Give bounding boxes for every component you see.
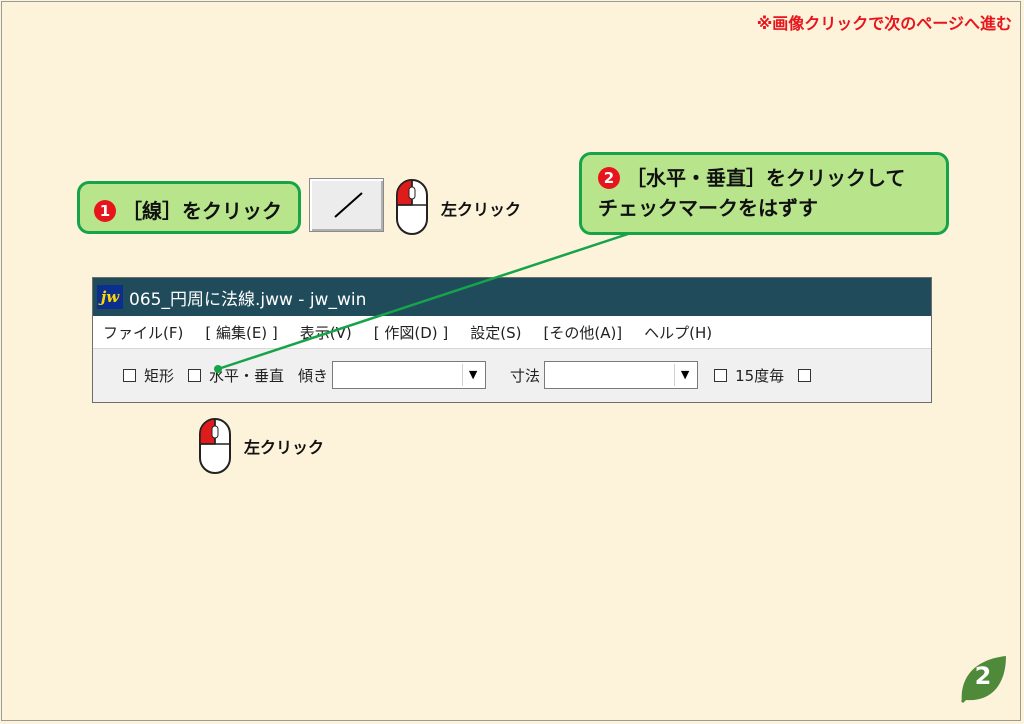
line-tool-button[interactable] — [309, 178, 384, 232]
deg15-checkbox[interactable] — [714, 368, 728, 382]
mouse-left-click-icon — [199, 418, 231, 474]
jw-win-window: jw 065_円周に法線.jww - jw_win ファイル(F) [ 編集(E… — [92, 277, 932, 403]
menu-settings[interactable]: 設定(S) — [460, 322, 533, 343]
step1-number: 1 — [94, 200, 116, 222]
menu-help[interactable]: ヘルプ(H) — [634, 322, 724, 343]
menu-other[interactable]: [その他(A)] — [533, 322, 634, 343]
step2-callout: 2 ［水平・垂直］をクリックして チェックマークをはずす — [579, 152, 949, 235]
step1-text: ［線］をクリック — [122, 199, 282, 223]
rect-checkbox[interactable] — [123, 368, 136, 382]
menu-file[interactable]: ファイル(F) — [93, 322, 195, 343]
dimension-label: 寸法 — [510, 366, 541, 385]
left-click-label-2: 左クリック — [244, 438, 325, 457]
tilt-combobox[interactable]: ▼ — [332, 361, 487, 389]
menu-draw[interactable]: [ 作図(D) ] — [364, 322, 461, 343]
line-tool-options: 矩形 水平・垂直 傾き ▼ 寸法 ▼ 15度毎 — [93, 349, 931, 401]
deg15-label: 15度毎 — [735, 366, 785, 385]
rect-label: 矩形 — [144, 366, 175, 385]
step2-line1: 2 ［水平・垂直］をクリックして — [598, 163, 946, 193]
dimension-combobox[interactable]: ▼ — [544, 361, 699, 389]
menu-view[interactable]: 表示(V) — [290, 322, 364, 343]
jw-logo-icon: jw — [97, 285, 123, 309]
step2-number: 2 — [598, 167, 620, 189]
mouse-left-click-icon — [396, 179, 428, 235]
step2-line2: チェックマークをはずす — [598, 196, 818, 220]
page-number: 2 — [974, 662, 992, 690]
tilt-dropdown-arrow-icon[interactable]: ▼ — [462, 364, 484, 386]
step1-callout: 1 ［線］をクリック — [77, 181, 301, 234]
left-click-label-1: 左クリック — [441, 200, 522, 219]
menu-bar: ファイル(F) [ 編集(E) ] 表示(V) [ 作図(D) ] 設定(S) … — [93, 316, 931, 349]
tilt-label: 傾き — [298, 366, 329, 385]
menu-edit[interactable]: [ 編集(E) ] — [195, 322, 289, 343]
window-title: 065_円周に法線.jww - jw_win — [129, 289, 367, 310]
horizontal-vertical-label: 水平・垂直 — [209, 366, 285, 385]
dimension-dropdown-arrow-icon[interactable]: ▼ — [674, 364, 696, 386]
page-number-badge: 2 — [956, 652, 1010, 706]
next-checkbox[interactable] — [798, 368, 812, 382]
next-page-note[interactable]: ※画像クリックで次のページへ進む — [757, 10, 1012, 34]
horizontal-vertical-checkbox[interactable] — [188, 368, 202, 382]
title-bar: jw 065_円周に法線.jww - jw_win — [93, 278, 931, 316]
diagonal-line-icon — [334, 192, 363, 218]
